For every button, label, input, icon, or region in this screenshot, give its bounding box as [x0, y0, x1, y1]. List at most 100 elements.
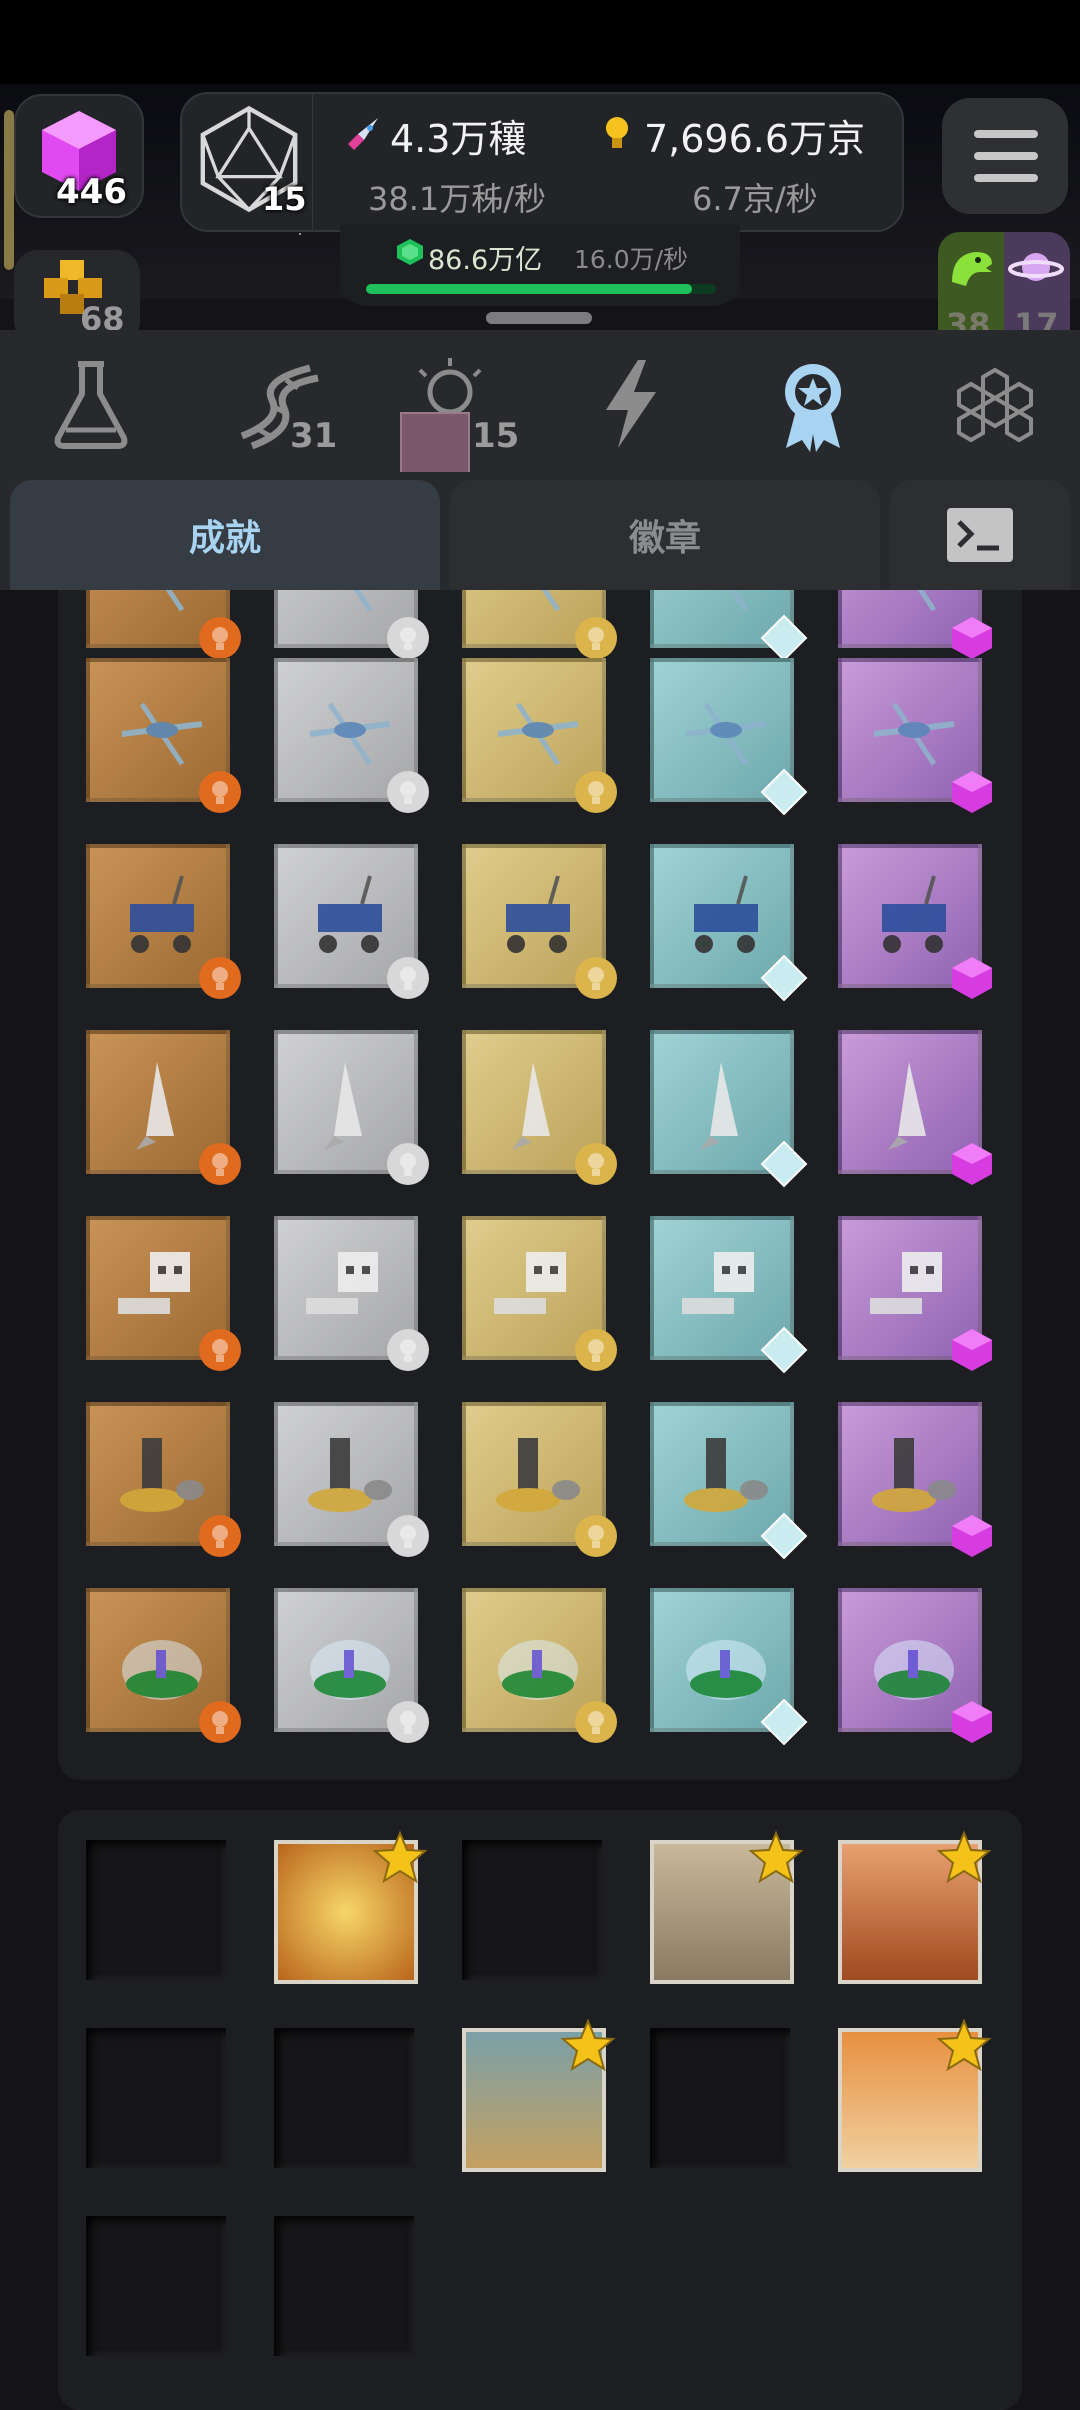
old-man-portrait-badge[interactable] — [650, 1830, 804, 1984]
amethyst-tier-icon — [952, 617, 992, 659]
energy-tool[interactable] — [576, 350, 686, 460]
amethyst-tier-icon — [952, 1329, 992, 1371]
amethyst-tier-icon — [952, 771, 992, 813]
achievement-tile[interactable] — [274, 590, 429, 659]
amethyst-tier-icon — [952, 1143, 992, 1185]
achievement-tile[interactable] — [86, 1588, 241, 1743]
achievement-tile[interactable] — [274, 1588, 429, 1743]
gem-progress: 86.6万亿 16.0万/秒 — [340, 224, 740, 306]
achievement-tile[interactable] — [838, 1216, 992, 1371]
gold-tier-icon — [575, 771, 617, 813]
scientist-avatar — [400, 412, 470, 476]
rocket-icon — [348, 118, 378, 150]
achievement-tile[interactable] — [650, 1030, 808, 1188]
achievement-tile[interactable] — [838, 590, 992, 659]
achievement-tile[interactable] — [462, 1402, 617, 1557]
achievement-tile[interactable] — [86, 1402, 241, 1557]
diamond-tier-icon — [760, 1698, 808, 1746]
idea-tool[interactable]: 15 — [400, 350, 519, 476]
stat2-rate: 6.7京/秒 — [692, 180, 818, 218]
achievement-tile[interactable] — [274, 1402, 429, 1557]
tab-console[interactable] — [890, 480, 1070, 590]
dinosaur-icon — [952, 252, 992, 286]
shiba-dog-badge[interactable] — [838, 2018, 992, 2172]
bird-and-car-badge[interactable] — [462, 2018, 616, 2172]
achievement-tile[interactable] — [86, 1216, 241, 1371]
planet-icon — [1008, 253, 1064, 281]
status-bar — [0, 0, 1080, 84]
crown-badge[interactable] — [274, 1830, 428, 1984]
achievement-tile[interactable] — [274, 1216, 429, 1371]
achievement-tile[interactable] — [462, 1588, 617, 1743]
achievement-tile[interactable] — [274, 658, 429, 813]
achievement-tile[interactable] — [86, 590, 241, 659]
gem-rate: 16.0万/秒 — [574, 245, 689, 274]
tab-achievements[interactable]: 成就 — [10, 480, 440, 590]
silver-tier-icon — [387, 771, 429, 813]
cube-counter[interactable]: 446 — [4, 94, 144, 270]
hexgrid-tool[interactable] — [940, 350, 1050, 460]
gold-tier-icon — [575, 1329, 617, 1371]
silver-tier-icon — [387, 1701, 429, 1743]
bronze-tier-icon — [199, 1701, 241, 1743]
silver-tier-icon — [387, 1329, 429, 1371]
dna-count: 31 — [290, 416, 338, 456]
dna-tool[interactable]: 31 — [222, 350, 337, 460]
achievement-tile[interactable] — [838, 658, 992, 813]
gold-tier-icon — [575, 957, 617, 999]
tab-bar: 成就 徽章 — [0, 472, 1080, 590]
drag-handle[interactable] — [486, 312, 592, 324]
gold-tier-icon — [575, 1701, 617, 1743]
gold-star-icon — [372, 1830, 428, 1884]
achievement-tile[interactable] — [274, 1030, 429, 1185]
stat1-rate: 38.1万秭/秒 — [368, 180, 547, 218]
bronze-tier-icon — [199, 1329, 241, 1371]
achievement-tile[interactable] — [650, 1588, 808, 1746]
achievement-tile[interactable] — [838, 1402, 992, 1557]
badges-panel — [58, 1810, 1022, 2410]
diamond-tier-icon — [760, 1140, 808, 1188]
achievement-tile[interactable] — [650, 1402, 808, 1560]
menu-bar-top — [974, 130, 1038, 138]
achievement-tool[interactable] — [758, 350, 868, 460]
diamond-tier-icon — [760, 1326, 808, 1374]
achievement-tile[interactable] — [650, 844, 808, 1002]
achievement-tile[interactable] — [838, 844, 992, 999]
flask-icon — [54, 361, 128, 449]
achievement-tile[interactable] — [838, 1030, 992, 1185]
diamond-tier-icon — [760, 954, 808, 1002]
achievement-tile[interactable] — [650, 1216, 808, 1374]
explorer-portrait-badge[interactable] — [838, 1830, 992, 1984]
terminal-icon — [947, 508, 1013, 562]
category-toolbar: 31 15 — [0, 330, 1080, 476]
achievement-tile[interactable] — [274, 844, 429, 999]
achievement-tile[interactable] — [86, 844, 241, 999]
empty-badge-slot — [86, 1840, 226, 1980]
gem-progress-track — [366, 284, 716, 294]
amethyst-tier-icon — [952, 957, 992, 999]
gold-star-icon — [560, 2018, 616, 2072]
menu-button[interactable] — [942, 98, 1068, 214]
bronze-tier-icon — [199, 1143, 241, 1185]
hexagon-grid-icon — [957, 367, 1033, 443]
achievement-tile[interactable] — [86, 1030, 241, 1185]
gold-tier-icon — [575, 1515, 617, 1557]
diamond-tier-icon — [760, 768, 808, 816]
achievement-tile[interactable] — [462, 658, 617, 813]
achievement-tile[interactable] — [462, 590, 617, 659]
gold-star-icon — [748, 1830, 804, 1884]
achievement-tile[interactable] — [462, 1216, 617, 1371]
tab-badges[interactable]: 徽章 — [450, 480, 880, 590]
achievement-tile[interactable] — [650, 590, 808, 662]
achievement-tile[interactable] — [462, 844, 617, 999]
gold-star-icon — [936, 1830, 992, 1884]
achievement-tile[interactable] — [838, 1588, 992, 1743]
resource-stats[interactable]: 15 4.3万穰 38.1万秭/秒 7,696.6万京 6.7京/秒 — [180, 92, 904, 232]
achievement-tile[interactable] — [650, 658, 808, 816]
achievement-tile[interactable] — [86, 658, 241, 813]
silver-tier-icon — [387, 957, 429, 999]
amethyst-tier-icon — [952, 1515, 992, 1557]
achievement-tile[interactable] — [462, 1030, 617, 1185]
flask-tool[interactable] — [36, 350, 146, 460]
empty-badge-slot — [274, 2216, 414, 2356]
